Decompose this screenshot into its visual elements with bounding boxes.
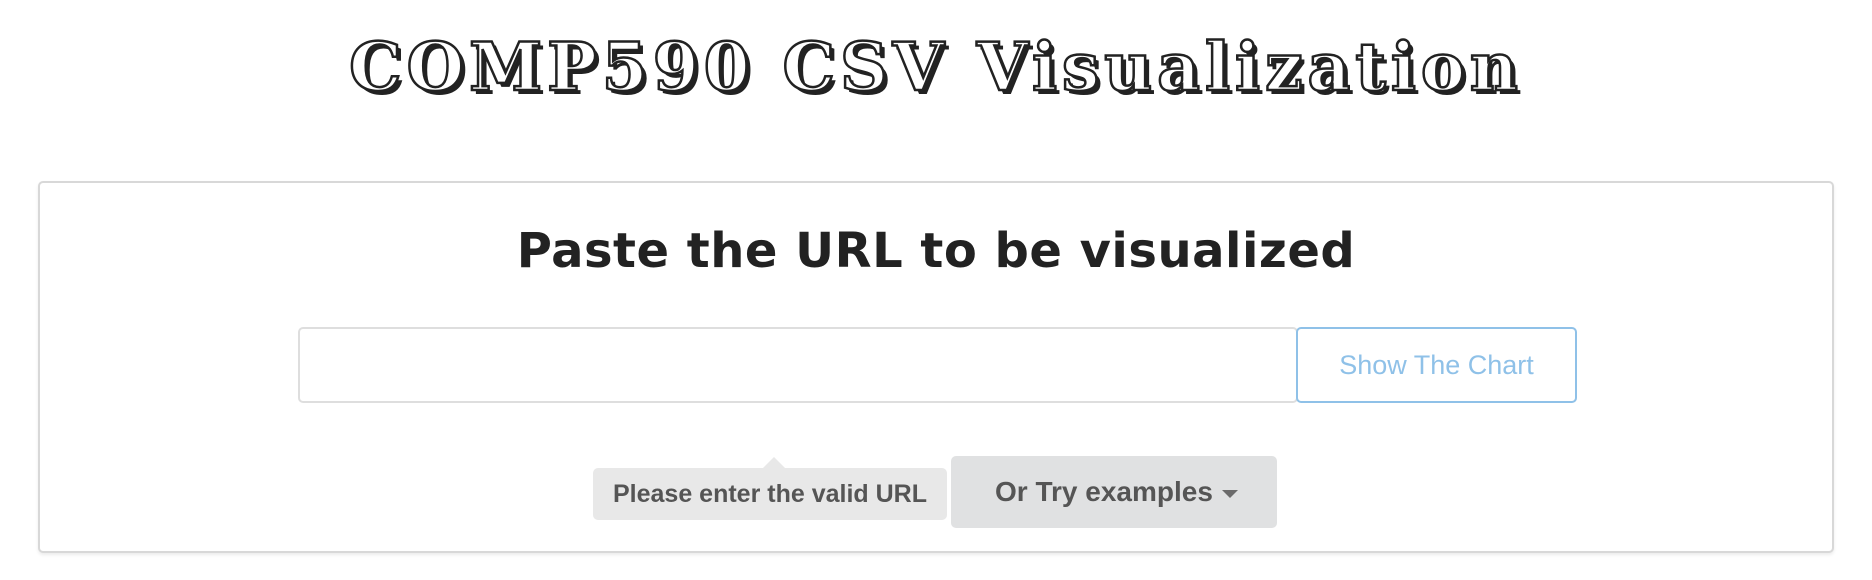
validation-tooltip: Please enter the valid URL [593, 457, 947, 520]
url-card: Paste the URL to be visualized Show The … [38, 181, 1834, 553]
chevron-down-icon [1222, 490, 1238, 498]
card-heading: Paste the URL to be visualized [516, 223, 1356, 279]
show-chart-button[interactable]: Show The Chart [1296, 327, 1577, 403]
examples-dropdown[interactable]: Or Try examples [951, 456, 1277, 528]
url-input[interactable] [298, 327, 1298, 403]
page-title: COMP590 CSV Visualization [348, 27, 1523, 108]
validation-message: Please enter the valid URL [612, 480, 927, 508]
examples-dropdown-label: Or Try examples [995, 476, 1213, 507]
tooltip-arrow [763, 457, 785, 468]
